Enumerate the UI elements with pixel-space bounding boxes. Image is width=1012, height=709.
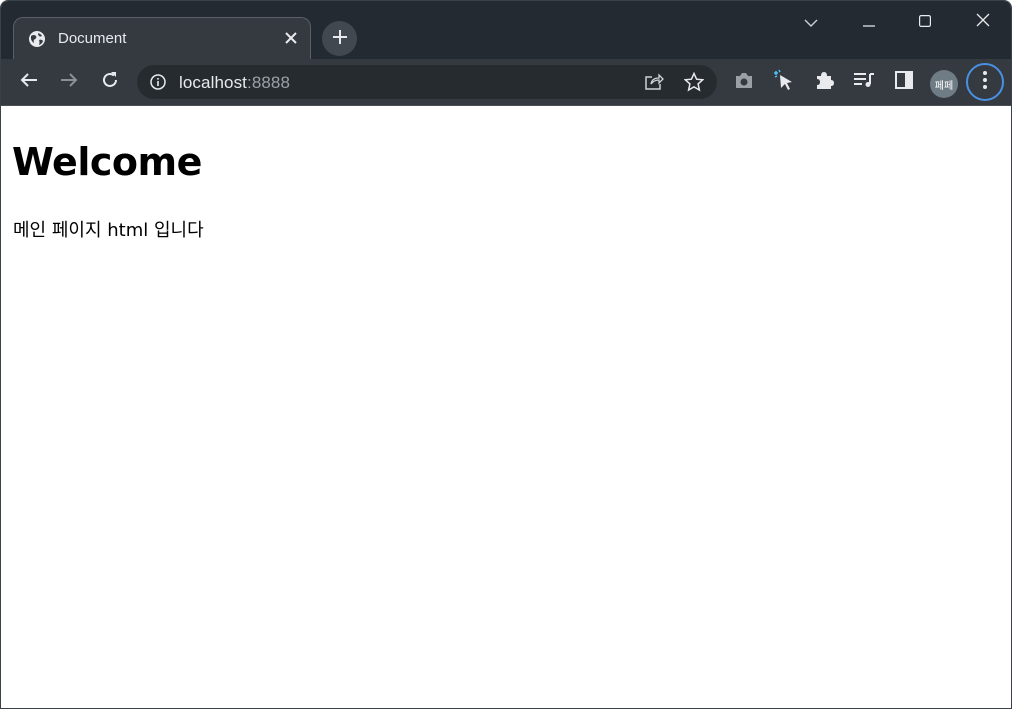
puzzle-icon — [814, 70, 834, 94]
tab-title: Document — [58, 30, 127, 47]
address-bar[interactable]: localhost:8888 — [137, 65, 717, 99]
kebab-menu-icon — [983, 71, 987, 93]
media-queue-button[interactable] — [848, 66, 880, 98]
arrow-left-icon — [20, 72, 38, 92]
chevron-down-icon — [804, 12, 818, 31]
cursor-extension-button[interactable] — [768, 66, 800, 98]
media-queue-icon — [853, 72, 875, 92]
tab-strip: Document — [1, 1, 1011, 59]
star-icon[interactable] — [683, 71, 705, 93]
browser-window: Document localhost:8888 페페 Welcome 메인 페이… — [0, 0, 1012, 709]
url-port: :8888 — [247, 73, 291, 92]
extensions-button[interactable] — [808, 66, 840, 98]
tab-document[interactable]: Document — [13, 17, 311, 59]
minimize-button[interactable] — [849, 7, 889, 35]
globe-icon — [28, 30, 46, 48]
side-panel-button[interactable] — [888, 66, 920, 98]
info-icon[interactable] — [149, 73, 167, 91]
arrow-right-icon — [60, 72, 78, 92]
share-icon[interactable] — [643, 71, 665, 93]
plus-icon — [332, 29, 348, 49]
page-paragraph: 메인 페이지 html 입니다 — [13, 220, 204, 241]
side-panel-icon — [895, 71, 913, 93]
reload-icon — [101, 71, 119, 93]
close-icon — [976, 12, 990, 31]
camera-icon — [734, 72, 754, 93]
new-tab-button[interactable] — [322, 21, 357, 56]
url-text: localhost:8888 — [179, 73, 290, 93]
forward-button[interactable] — [53, 66, 85, 98]
minimize-icon — [863, 12, 875, 31]
page-heading: Welcome — [12, 140, 202, 184]
page-content: Welcome 메인 페이지 html 입니다 — [1, 106, 1011, 708]
url-host: localhost — [179, 73, 247, 92]
cursor-click-icon — [773, 69, 795, 95]
browser-menu-button[interactable] — [966, 63, 1004, 101]
reload-button[interactable] — [94, 66, 126, 98]
browser-toolbar: localhost:8888 페페 — [1, 59, 1011, 105]
back-button[interactable] — [13, 66, 45, 98]
maximize-button[interactable] — [905, 7, 945, 35]
maximize-icon — [919, 12, 932, 31]
tab-search-button[interactable] — [791, 7, 831, 35]
tab-close-icon[interactable] — [282, 29, 300, 47]
screenshot-extension-button[interactable] — [728, 66, 760, 98]
profile-avatar[interactable]: 페페 — [930, 70, 958, 98]
close-window-button[interactable] — [963, 7, 1003, 35]
